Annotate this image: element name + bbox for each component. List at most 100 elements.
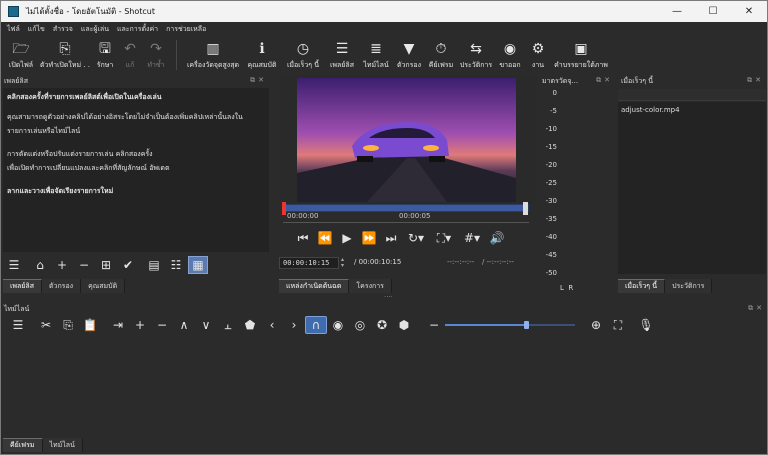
redo-button[interactable]: ↷ ทำซ้ำ [142, 36, 170, 75]
playlist-check-icon[interactable]: ✔ [118, 256, 138, 274]
menu-settings[interactable]: และการตั้งค่า [117, 24, 158, 35]
ripple-markers-icon[interactable]: ⬢ [393, 316, 415, 334]
zoom-out-icon[interactable]: − [423, 316, 445, 334]
ripple-icon[interactable]: ◎ [349, 316, 371, 334]
menu-edit[interactable]: แก้ไข [28, 24, 45, 35]
lift-icon[interactable]: ∧ [173, 316, 195, 334]
zoom-in-icon[interactable]: ⊕ [585, 316, 607, 334]
timeline-zoom-slider[interactable] [445, 319, 575, 331]
play-icon[interactable]: ▶ [337, 229, 357, 247]
cut-icon[interactable]: ✂ [35, 316, 57, 334]
timeline-tracks-area[interactable] [3, 338, 765, 434]
menu-player[interactable]: และผู้เล่น [81, 24, 109, 35]
dock-float-close-icons[interactable]: ⧉✕ [250, 76, 267, 85]
menu-view[interactable]: สำรวจ [53, 24, 73, 35]
timeline-menu-icon[interactable]: ☰ [7, 316, 29, 334]
subtitles-button[interactable]: ▣ คำบรรยายใต้ภาพ [551, 36, 611, 75]
timeline-remove-icon[interactable]: − [151, 316, 173, 334]
recent-search-field[interactable] [618, 89, 766, 101]
tab-project[interactable]: โครงการ [349, 279, 392, 293]
recent-button[interactable]: ◷ เมื่อเร็วๆ นี้ [281, 36, 325, 75]
paste-icon[interactable]: 📋 [79, 316, 101, 334]
tab-playlist[interactable]: เพลย์ลิส [3, 279, 42, 293]
menu-help[interactable]: การช่วยเหลือ [166, 24, 206, 35]
skip-start-icon[interactable]: ⏮ [293, 229, 313, 247]
undo-button[interactable]: ↶ แก้ [118, 36, 142, 75]
meter-dock-float-close-icons[interactable]: ⧉✕ [596, 76, 613, 85]
minimize-button[interactable]: — [659, 1, 695, 22]
tab-history[interactable]: ประวัติการ [665, 279, 713, 293]
timeline-button[interactable]: ≣ ไทม์ไลน์ [359, 36, 393, 75]
grid-icon[interactable]: #▾ [459, 229, 485, 247]
playlist-update-icon[interactable]: ⊞ [96, 256, 116, 274]
record-audio-icon[interactable]: 🎙 [635, 316, 657, 334]
snap-magnet-icon[interactable]: ∩ [305, 316, 327, 334]
playlist-menu-icon[interactable]: ☰ [4, 256, 24, 274]
tab-properties[interactable]: คุณสมบัติ [81, 279, 126, 293]
maximize-button[interactable]: ☐ [695, 1, 731, 22]
zoom-icon[interactable]: ⛶▾ [431, 229, 457, 247]
previous-marker-icon[interactable]: ‹ [261, 316, 283, 334]
loop-icon[interactable]: ↻▾ [403, 229, 429, 247]
stopwatch-icon: ⏱ [435, 41, 447, 57]
split-icon[interactable]: ⫠ [217, 316, 239, 334]
filters-button[interactable]: ▼ ตัวกรอง [393, 36, 425, 75]
open-file-button[interactable]: 🗁 เปิดไฟล์ [4, 36, 38, 75]
tab-keyframes[interactable]: คีย์เฟรม [3, 438, 43, 452]
playlist-list-view-icon[interactable]: ☷ [166, 256, 186, 274]
undo-icon: ↶ [124, 41, 136, 57]
recent-item[interactable]: adjust-color.mp4 [618, 102, 766, 118]
playlist-button[interactable]: ☰ เพลย์ลิส [325, 36, 359, 75]
recent-dock-float-close-icons[interactable]: ⧉✕ [747, 76, 764, 85]
export-button[interactable]: ◉ ขาออก [495, 36, 525, 75]
peak-meter-icon: ▥ [206, 41, 220, 57]
rewind-icon[interactable]: ⏪ [315, 229, 335, 247]
splitter-grip[interactable]: ···· [384, 293, 393, 301]
overwrite-icon[interactable]: ∨ [195, 316, 217, 334]
playlist-open-icon[interactable]: ⌂ [30, 256, 50, 274]
ripple-all-icon[interactable]: ✪ [371, 316, 393, 334]
gear-icon: ⚙ [531, 41, 545, 57]
properties-button[interactable]: ℹ คุณสมบัติ [243, 36, 281, 75]
ruler-time-start: 00:00:00 [287, 212, 319, 220]
jobs-button[interactable]: ⚙ งาน [525, 36, 551, 75]
tab-timeline[interactable]: ไทม์ไลน์ [42, 438, 83, 452]
playlist-details-view-icon[interactable]: ▤ [144, 256, 164, 274]
position-timecode-field[interactable]: 00:00:10:15 [279, 257, 339, 269]
playlist-add-icon[interactable]: + [52, 256, 72, 274]
playlist-remove-icon[interactable]: − [74, 256, 94, 274]
recent-tab-row: เมื่อเร็วๆ นี้ ประวัติการ [618, 279, 713, 293]
tab-source[interactable]: แหล่งกำเนิดต้นฉด [279, 279, 350, 293]
append-icon[interactable]: ⇥ [107, 316, 129, 334]
tab-recent[interactable]: เมื่อเร็วๆ นี้ [618, 279, 666, 293]
zoom-slider-handle[interactable] [523, 321, 529, 329]
playlist-grid-view-icon[interactable]: ▦ [188, 256, 208, 274]
playlist-help-line-4: การตัดแต่งหรือปรับแต่งรายการเล่น คลิกสอง… [7, 150, 153, 158]
next-marker-icon[interactable]: › [283, 316, 305, 334]
in-point-label: --:--:--:-- [447, 258, 475, 266]
info-icon: ℹ [259, 41, 265, 57]
marker-icon[interactable]: ⬟ [239, 316, 261, 334]
player-ruler: 00:00:00 00:00:05 [283, 212, 529, 223]
save-button[interactable]: 🖫 รักษา [92, 36, 118, 75]
meter-channels-label: L R [560, 284, 574, 292]
peak-meter-button[interactable]: ▥ เครื่องวัดจุดสูงสุด [183, 36, 243, 75]
playlist-help-line-1: คลิกสองครั้งที่รายการเพลย์ลิสต์เพื่อเปิด… [7, 93, 162, 101]
timeline-add-icon[interactable]: + [129, 316, 151, 334]
playlist-tab-row: เพลย์ลิส ตัวกรอง คุณสมบัติ [3, 279, 126, 293]
fast-forward-icon[interactable]: ⏩ [359, 229, 379, 247]
timecode-spinner-icon[interactable]: ▴ ▾ [341, 257, 349, 269]
history-button[interactable]: ⇆ ประวัติการ [457, 36, 495, 75]
tab-filters[interactable]: ตัวกรอง [41, 279, 82, 293]
disc-icon: ◉ [503, 41, 517, 57]
skip-end-icon[interactable]: ⏭ [381, 229, 401, 247]
zoom-fit-icon[interactable]: ⛶ [607, 316, 629, 334]
volume-icon[interactable]: 🔊 [487, 229, 507, 247]
timeline-dock-float-close-icons[interactable]: ⧉✕ [748, 304, 765, 313]
keyframes-button[interactable]: ⏱ คีย์เฟรม [425, 36, 457, 75]
close-button[interactable]: ✕ [731, 1, 767, 22]
scrub-eye-icon[interactable]: ◉ [327, 316, 349, 334]
menu-file[interactable]: ไฟล์ [7, 24, 20, 35]
copy-icon[interactable]: ⎘ [57, 316, 79, 334]
open-other-button[interactable]: ⎘ ตัวทำเปิดใหม่ . . [38, 36, 92, 75]
